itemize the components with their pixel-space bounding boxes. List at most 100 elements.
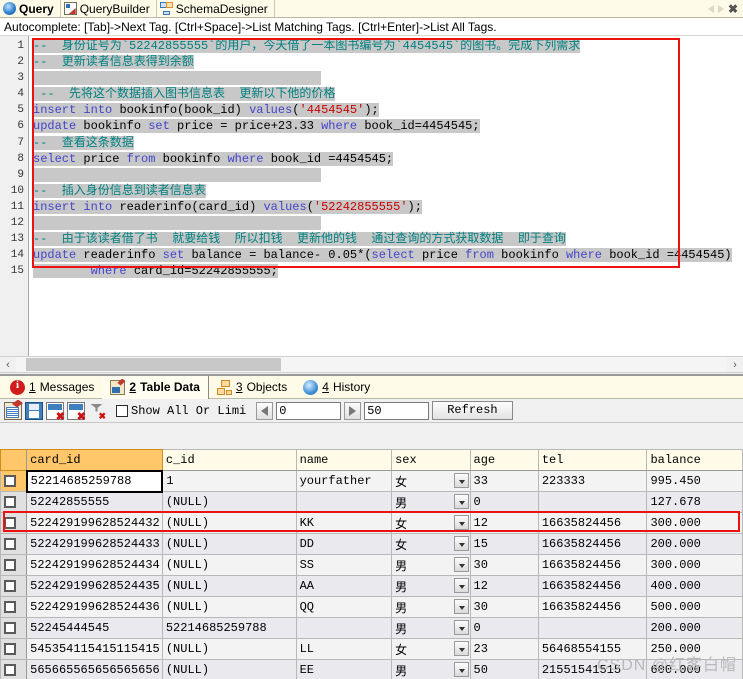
column-header-c_id[interactable]: c_id bbox=[161, 449, 297, 471]
code-line[interactable] bbox=[33, 215, 743, 231]
table-row[interactable]: 52214685259788 1 yourfather 女 33 223333 995.45… bbox=[0, 469, 743, 493]
row-select-checkbox[interactable] bbox=[0, 575, 28, 597]
delete-row-icon[interactable] bbox=[46, 401, 65, 423]
cell-balance[interactable]: 200.000 bbox=[646, 617, 743, 639]
cell-sex[interactable]: 女 bbox=[391, 533, 471, 555]
refresh-button[interactable]: Refresh bbox=[432, 401, 513, 420]
column-header-sex[interactable]: sex bbox=[391, 449, 471, 471]
cell-card_id[interactable]: 565665565656565656 bbox=[26, 659, 163, 679]
scroll-tabs-left-icon[interactable] bbox=[707, 4, 714, 13]
code-line[interactable]: insert into bookinfo(book_id) values('44… bbox=[33, 102, 743, 118]
tab-objects[interactable]: 3 Objects bbox=[209, 376, 295, 399]
limit-input[interactable] bbox=[364, 401, 430, 420]
table-row[interactable]: 522429199628524434 (NULL) SS 男 30 16635824456… bbox=[0, 554, 743, 576]
sql-code-area[interactable]: -- 身份证号为`52242855555`的用户，今天借了一本图书编号为`445… bbox=[29, 36, 743, 356]
close-icon[interactable]: ✖ bbox=[728, 3, 738, 15]
cell-c_id[interactable]: 52214685259788 bbox=[161, 617, 297, 639]
cell-name[interactable] bbox=[295, 617, 393, 639]
table-row[interactable]: 522429199628524435 (NULL) AA 男 12 16635824456… bbox=[0, 575, 743, 597]
cell-c_id[interactable]: (NULL) bbox=[161, 596, 297, 618]
cell-name[interactable]: yourfather bbox=[295, 470, 393, 492]
cell-sex[interactable]: 男 bbox=[391, 575, 471, 597]
cell-sex[interactable]: 女 bbox=[391, 638, 471, 660]
cell-sex[interactable]: 女 bbox=[391, 470, 471, 492]
chevron-down-icon[interactable] bbox=[453, 515, 469, 530]
row-select-checkbox[interactable] bbox=[0, 512, 28, 534]
cell-tel[interactable]: 223333 bbox=[537, 470, 648, 492]
cell-tel[interactable] bbox=[537, 617, 648, 639]
cell-card_id[interactable]: 52214685259788 bbox=[25, 469, 164, 493]
row-select-checkbox[interactable] bbox=[0, 638, 28, 660]
cell-card_id[interactable]: 522429199628524436 bbox=[26, 596, 163, 618]
chevron-down-icon[interactable] bbox=[453, 641, 469, 656]
cell-tel[interactable]: 16635824456 bbox=[537, 533, 648, 555]
table-row[interactable]: 522429199628524433 (NULL) DD 女 15 16635824456… bbox=[0, 533, 743, 555]
table-row[interactable]: 522429199628524432 (NULL) KK 女 12 16635824456… bbox=[0, 512, 743, 534]
cell-age[interactable]: 23 bbox=[469, 638, 539, 660]
code-line[interactable]: update bookinfo set price = price+23.33 … bbox=[33, 118, 743, 134]
scroll-left-arrow-icon[interactable]: ‹ bbox=[0, 359, 16, 371]
chevron-down-icon[interactable] bbox=[453, 662, 469, 677]
table-row[interactable]: 52245444545 52214685259788 男 0 200.000 bbox=[0, 617, 743, 639]
grid-select-all-header[interactable] bbox=[0, 449, 28, 471]
cell-c_id[interactable]: (NULL) bbox=[161, 533, 297, 555]
cell-card_id[interactable]: 522429199628524432 bbox=[26, 512, 163, 534]
cell-c_id[interactable]: (NULL) bbox=[161, 512, 297, 534]
tab-table-data[interactable]: 2 Table Data bbox=[102, 375, 209, 399]
cell-tel[interactable]: 16635824456 bbox=[537, 554, 648, 576]
column-header-balance[interactable]: balance bbox=[646, 449, 743, 471]
chevron-down-icon[interactable] bbox=[453, 536, 469, 551]
tab-schemadesigner[interactable]: SchemaDesigner bbox=[157, 0, 275, 17]
prev-page-button[interactable] bbox=[256, 401, 274, 420]
code-line[interactable]: update readerinfo set balance = balance-… bbox=[33, 247, 743, 263]
scrollbar-track[interactable] bbox=[16, 357, 727, 372]
scroll-tabs-right-icon[interactable] bbox=[717, 4, 724, 13]
code-line[interactable]: where card_id=52242855555; bbox=[33, 263, 743, 279]
cell-name[interactable] bbox=[295, 491, 393, 513]
code-line[interactable]: -- 由于该读者借了书 就要给钱 所以扣钱 更新他的钱 通过查询的方式获取数据 … bbox=[33, 231, 743, 247]
cell-name[interactable]: SS bbox=[295, 554, 393, 576]
cell-name[interactable]: EE bbox=[295, 659, 393, 679]
cell-age[interactable]: 0 bbox=[469, 491, 539, 513]
cell-balance[interactable]: 995.450 bbox=[646, 470, 743, 492]
cell-c_id[interactable]: (NULL) bbox=[161, 659, 297, 679]
tab-messages[interactable]: 1 Messages bbox=[2, 376, 102, 399]
cell-balance[interactable]: 200.000 bbox=[646, 533, 743, 555]
cell-sex[interactable]: 男 bbox=[391, 659, 471, 679]
cell-c_id[interactable]: (NULL) bbox=[161, 638, 297, 660]
tab-history[interactable]: 4 History bbox=[295, 376, 378, 399]
table-row[interactable]: 52242855555 (NULL) 男 0 127.678 bbox=[0, 491, 743, 513]
table-row[interactable]: 522429199628524436 (NULL) QQ 男 30 16635824456… bbox=[0, 596, 743, 618]
cell-sex[interactable]: 男 bbox=[391, 596, 471, 618]
row-select-checkbox[interactable] bbox=[0, 617, 28, 639]
table-row[interactable]: 565665565656565656 (NULL) EE 男 50 21551541515… bbox=[0, 659, 743, 679]
code-line[interactable]: -- 插入身份信息到读者信息表 bbox=[33, 183, 743, 199]
column-header-age[interactable]: age bbox=[469, 449, 539, 471]
code-line[interactable]: -- 身份证号为`52242855555`的用户，今天借了一本图书编号为`445… bbox=[33, 38, 743, 54]
row-select-checkbox[interactable] bbox=[0, 470, 28, 492]
cell-card_id[interactable]: 522429199628524433 bbox=[26, 533, 163, 555]
sql-editor[interactable]: 1 2 3 4 5 6 7 8 9 10 11 12 13 14 15 -- 身份证号为`522428555… bbox=[0, 36, 743, 356]
tab-querybuilder[interactable]: QueryBuilder bbox=[61, 0, 157, 17]
cell-balance[interactable]: 250.000 bbox=[646, 638, 743, 660]
cell-age[interactable]: 33 bbox=[469, 470, 539, 492]
cell-tel[interactable]: 21551541515 bbox=[537, 659, 648, 679]
cell-sex[interactable]: 男 bbox=[391, 554, 471, 576]
row-select-checkbox[interactable] bbox=[0, 533, 28, 555]
cell-age[interactable]: 12 bbox=[469, 512, 539, 534]
editor-horizontal-scrollbar[interactable]: ‹ › bbox=[0, 356, 743, 373]
cell-tel[interactable]: 16635824456 bbox=[537, 512, 648, 534]
cell-name[interactable]: DD bbox=[295, 533, 393, 555]
row-select-checkbox[interactable] bbox=[0, 491, 28, 513]
data-grid[interactable]: card_id c_id name sex age tel balance 52214685… bbox=[0, 449, 743, 679]
show-all-checkbox[interactable] bbox=[116, 404, 128, 417]
row-select-checkbox[interactable] bbox=[0, 554, 28, 576]
cell-c_id[interactable]: (NULL) bbox=[161, 554, 297, 576]
delete-all-rows-icon[interactable] bbox=[67, 401, 86, 423]
column-header-card_id[interactable]: card_id bbox=[26, 449, 163, 471]
code-line[interactable]: insert into readerinfo(card_id) values('… bbox=[33, 199, 743, 215]
cell-name[interactable]: LL bbox=[295, 638, 393, 660]
cell-balance[interactable]: 400.000 bbox=[646, 575, 743, 597]
cell-tel[interactable] bbox=[537, 491, 648, 513]
code-line[interactable]: -- 更新读者信息表得到余额 bbox=[33, 54, 743, 70]
